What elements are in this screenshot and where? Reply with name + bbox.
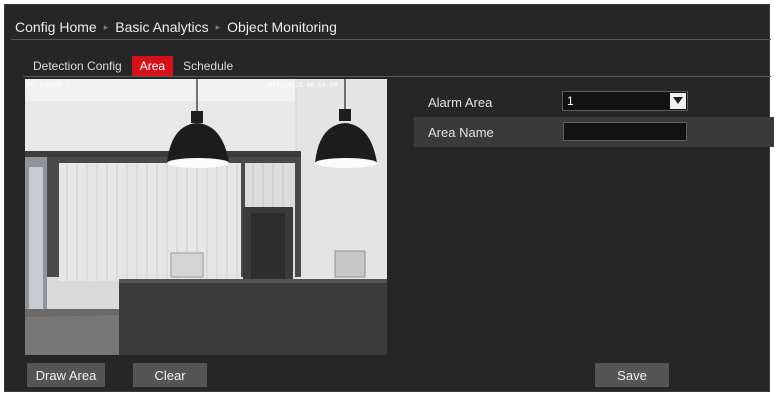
timestamp-overlay: 2017/10/25 06:58:50 [265,82,338,89]
chevron-down-icon[interactable] [670,93,686,109]
clear-button[interactable]: Clear [133,363,207,387]
area-name-label: Area Name [428,124,494,140]
breadcrumb-separator-icon: ▸ [215,21,221,32]
breadcrumb-separator-icon: ▸ [103,21,109,32]
alarm-area-label: Alarm Area [428,94,493,110]
breadcrumb-divider [11,39,771,40]
tab-detection-config[interactable]: Detection Config [27,56,128,76]
tab-bar: Detection Config Area Schedule [27,56,239,76]
tab-divider [23,76,771,77]
alarm-area-row: Alarm Area 1 [414,87,774,117]
tab-area[interactable]: Area [131,56,174,76]
config-panel: Config Home ▸ Basic Analytics ▸ Object M… [4,4,774,392]
alarm-area-value: 1 [567,94,574,108]
alarm-area-select[interactable]: 1 [562,91,688,111]
camera-name-overlay: BJ-ACMRSP-1 [28,82,70,89]
draw-area-button[interactable]: Draw Area [27,363,105,387]
area-name-input[interactable] [563,122,687,141]
camera-preview[interactable]: BJ-ACMRSP-1 2017/10/25 06:58:50 [25,79,387,355]
breadcrumb-basic-analytics[interactable]: Basic Analytics [115,19,208,35]
breadcrumb-config-home[interactable]: Config Home [15,19,97,35]
camera-scene-image [25,79,387,355]
save-button[interactable]: Save [595,363,669,387]
breadcrumb: Config Home ▸ Basic Analytics ▸ Object M… [15,17,337,37]
area-settings-form: Alarm Area 1 Area Name [414,87,774,147]
area-name-row: Area Name [414,117,774,147]
tab-schedule[interactable]: Schedule [177,56,239,76]
breadcrumb-object-monitoring: Object Monitoring [227,19,337,35]
